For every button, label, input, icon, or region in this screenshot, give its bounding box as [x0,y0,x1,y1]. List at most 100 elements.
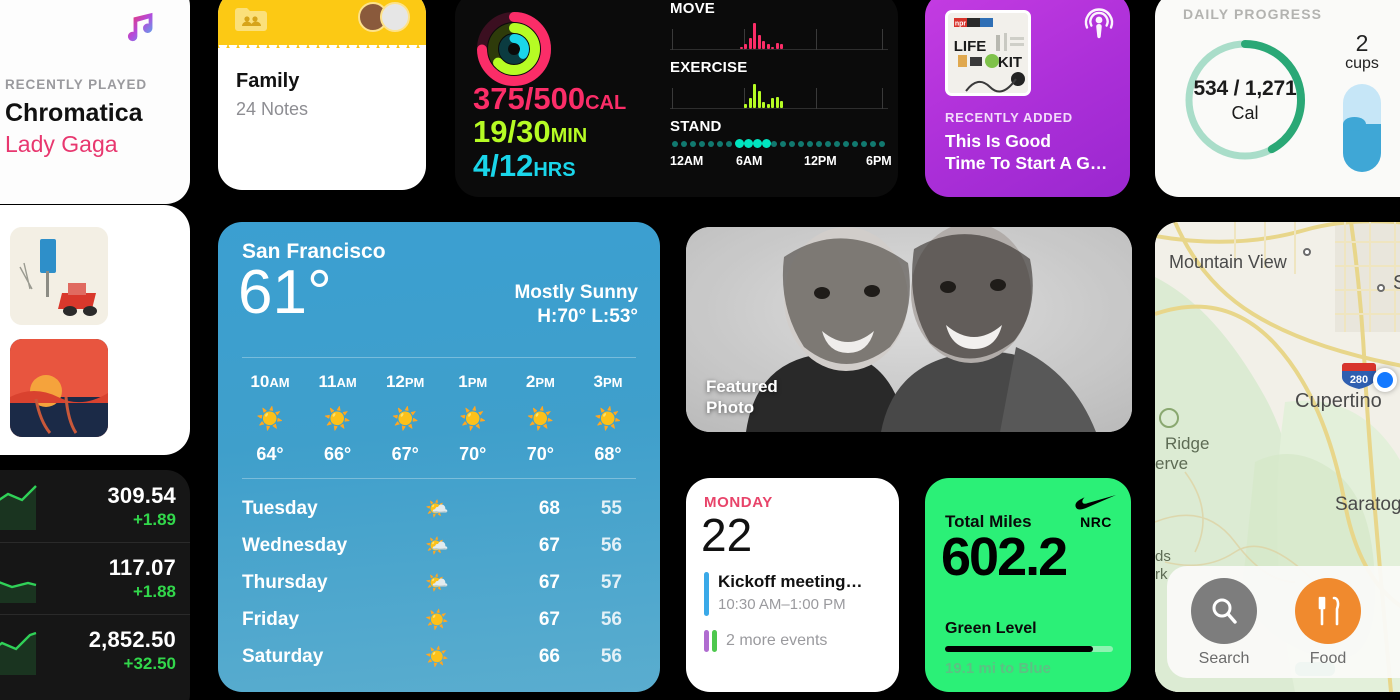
map-poi-dot [1377,284,1385,292]
map-poi-dot [1303,248,1311,256]
calendar-date: 22 [701,509,753,561]
stand-dot [843,141,849,147]
stock-price: 2,852.50 [88,627,176,652]
table-row[interactable]: 117.07 +1.88 [0,542,190,614]
map-label-cupertino: Cupertino [1295,390,1382,412]
sparkline-chart [0,581,37,603]
widget-nike-run-club[interactable]: Total Miles 602.2 NRC Green Level 19.1 m… [925,478,1131,692]
chart-bar [766,104,770,108]
stand-dot [753,139,762,148]
featured-photo-caption: Featured Photo [706,377,778,417]
widget-weather[interactable]: San Francisco 61° Mostly Sunny H:70° L:5… [218,222,660,692]
chart-bar [771,46,774,49]
map-action-label: Search [1198,650,1250,667]
water-glass-icon [1343,84,1381,172]
exercise-bar-chart [670,79,888,109]
stand-dot [681,141,687,147]
nrc-total-miles: 602.2 [941,527,1068,587]
widget-calendar[interactable]: MONDAY 22 Kickoff meeting… 10:30 AM–1:00… [686,478,899,692]
widget-featured-photo[interactable]: Featured Photo [686,227,1132,432]
event-color-bar [704,572,709,616]
move-bar-chart [670,20,888,50]
weather-daily-forecast: Tuesday 🌤️ 68 55 Wednesday 🌤️ 67 56 Thur… [242,490,638,675]
widget-board: RECENTLY PLAYED Chromatica Lady Gaga 309… [0,0,1400,700]
weather-condition-text: Mostly Sunny [514,282,638,303]
activity-charts: MOVE EXERCISE STAND 12AM 6AM 12PM 6PM [670,0,892,170]
photos-grid [0,227,108,437]
chart-label-move: MOVE [670,0,715,17]
chart-bar [780,100,783,108]
svg-text:KIT: KIT [998,54,1022,71]
calorie-ring-center: 534 / 1,271 Cal [1175,30,1315,170]
widget-daily-progress[interactable]: DAILY PROGRESS 534 / 1,271 Cal 2 cups C … [1155,0,1400,197]
stock-price: 309.54 [107,482,176,508]
chart-bar [744,104,747,108]
stand-dot [708,141,714,147]
event-time: 10:30 AM–1:00 PM [718,596,846,613]
widget-music[interactable]: RECENTLY PLAYED Chromatica Lady Gaga [0,0,190,204]
water-label: cups [1345,55,1379,72]
stock-change: +1.88 [132,582,176,601]
map-label-mountain-view: Mountain View [1169,252,1287,272]
photo-thumbnail[interactable] [10,227,108,325]
stock-change: +32.50 [123,654,176,673]
stand-dot [771,141,777,147]
calendar-event[interactable]: Kickoff meeting… 10:30 AM–1:00 PM [704,572,889,616]
hour-item: 10AM ☀️ 64° [240,372,300,465]
map-action-search[interactable]: Search [1187,578,1261,668]
weather-icon: 🌤️ [425,535,449,557]
music-album-title: Chromatica [5,99,143,127]
music-section-label: RECENTLY PLAYED [5,77,148,92]
chart-bar [753,84,756,108]
sun-icon: ☀️ [323,406,352,431]
chart-bar [762,40,765,49]
chart-bar [766,44,770,49]
stand-dot [825,141,831,147]
activity-rings [477,12,551,86]
widget-photos[interactable] [0,205,190,455]
weather-condition: Mostly Sunny H:70° L:53° [514,282,638,328]
map-label-ridge: Ridge [1165,434,1210,453]
event-title: Kickoff meeting… [718,572,863,591]
stand-dot [789,141,795,147]
widget-stocks[interactable]: 309.54 +1.89 117.07 +1.88 2,852.50 +32.5… [0,470,190,700]
stand-dot [780,141,786,147]
event-color-bar [704,630,709,652]
svg-text:280: 280 [1350,374,1368,386]
stand-dot [861,141,867,147]
water-count: 2 [1355,30,1369,56]
hour-item: 11AM ☀️ 66° [308,372,368,465]
calendar-more-events[interactable]: 2 more events [704,630,827,652]
stand-dot-chart [670,138,888,150]
event-color-bar [712,630,717,652]
weather-hourly-forecast: 10AM ☀️ 64° 11AM ☀️ 66° 12PM ☀️ 67° 1PM … [240,372,638,465]
more-events-label: 2 more events [726,632,828,649]
sun-icon: ☀️ [256,406,284,431]
sun-icon: ☀️ [425,609,449,631]
chart-bar [757,34,761,49]
widget-maps[interactable]: 280 Mountain View Su Cupertino Ridge erv… [1155,222,1400,692]
activity-stand-stat: 4/12HRS [473,147,576,183]
stand-dot [852,141,858,147]
map-label-park: rk [1155,566,1168,583]
music-artist-name: Lady Gaga [5,131,118,157]
nike-logo: NRC [1075,494,1117,530]
table-row[interactable]: 2,852.50 +32.50 [0,614,190,686]
podcast-icon [1084,8,1114,39]
table-row[interactable]: 309.54 +1.89 [0,470,190,542]
sun-icon: ☀️ [391,406,419,431]
widget-activity[interactable]: 375/500CAL 19/30MIN 4/12HRS MOVE EXERCIS… [455,0,898,197]
weather-current-temp: 61° [238,258,332,327]
hour-item: 1PM ☀️ 70° [443,372,503,465]
podcast-section-label: RECENTLY ADDED [945,110,1073,125]
notes-folder-title: Family [236,70,300,92]
daily-progress-header: DAILY PROGRESS [1183,6,1323,22]
activity-move-stat: 375/500CAL [473,81,627,116]
forecast-row: Wednesday 🌤️ 67 56 [242,534,622,557]
chart-bar [762,102,765,108]
maps-action-tray: Search Food [1167,566,1400,678]
photo-thumbnail[interactable] [10,339,108,437]
map-action-food[interactable]: Food [1291,578,1365,668]
widget-podcasts[interactable]: npr LIFE KIT RECENTLY ADDED This Is Good… [925,0,1130,197]
widget-notes[interactable]: Family 24 Notes [218,0,426,190]
